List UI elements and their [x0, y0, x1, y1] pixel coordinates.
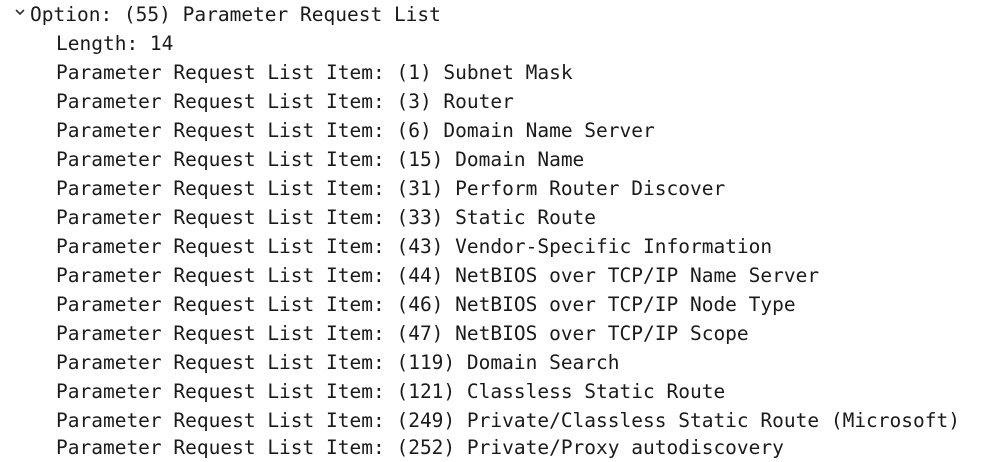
list-item-label: Parameter Request List Item: (44) NetBIO…: [56, 264, 820, 287]
list-item-label: Parameter Request List Item: (43) Vendor…: [56, 235, 773, 258]
list-item-label: Parameter Request List Item: (249) Priva…: [56, 409, 960, 432]
list-item-label: Parameter Request List Item: (3) Router: [56, 90, 514, 113]
list-item[interactable]: Parameter Request List Item: (15) Domain…: [56, 145, 584, 174]
list-item-label: Parameter Request List Item: (31) Perfor…: [56, 177, 726, 200]
list-item-label: Parameter Request List Item: (46) NetBIO…: [56, 293, 796, 316]
list-item[interactable]: Parameter Request List Item: (31) Perfor…: [56, 174, 725, 203]
list-item-label: Parameter Request List Item: (252) Priva…: [56, 436, 784, 459]
list-item[interactable]: Parameter Request List Item: (249) Priva…: [56, 406, 960, 435]
option-header-label: Option: (55) Parameter Request List: [30, 3, 441, 26]
list-item[interactable]: Parameter Request List Item: (46) NetBIO…: [56, 290, 796, 319]
length-row[interactable]: Length: 14: [56, 29, 173, 58]
chevron-down-icon[interactable]: [10, 0, 30, 29]
list-item[interactable]: Parameter Request List Item: (252) Priva…: [56, 433, 784, 462]
list-item-label: Parameter Request List Item: (47) NetBIO…: [56, 322, 749, 345]
packet-detail-tree: Option: (55) Parameter Request List Leng…: [0, 0, 987, 462]
list-item-label: Parameter Request List Item: (121) Class…: [56, 380, 726, 403]
list-item[interactable]: Parameter Request List Item: (1) Subnet …: [56, 58, 573, 87]
list-item[interactable]: Parameter Request List Item: (6) Domain …: [56, 116, 655, 145]
list-item[interactable]: Parameter Request List Item: (33) Static…: [56, 203, 596, 232]
list-item[interactable]: Parameter Request List Item: (119) Domai…: [56, 348, 620, 377]
list-item-label: Parameter Request List Item: (33) Static…: [56, 206, 597, 229]
list-item[interactable]: Parameter Request List Item: (43) Vendor…: [56, 232, 772, 261]
list-item-label: Parameter Request List Item: (1) Subnet …: [56, 61, 573, 84]
list-item[interactable]: Parameter Request List Item: (44) NetBIO…: [56, 261, 819, 290]
list-item-label: Parameter Request List Item: (15) Domain…: [56, 148, 585, 171]
length-label: Length: 14: [56, 32, 174, 55]
list-item[interactable]: Parameter Request List Item: (3) Router: [56, 87, 514, 116]
list-item[interactable]: Parameter Request List Item: (47) NetBIO…: [56, 319, 749, 348]
list-item-label: Parameter Request List Item: (6) Domain …: [56, 119, 655, 142]
option-55-header-row[interactable]: Option: (55) Parameter Request List: [10, 0, 441, 29]
list-item[interactable]: Parameter Request List Item: (121) Class…: [56, 377, 725, 406]
list-item-label: Parameter Request List Item: (119) Domai…: [56, 351, 620, 374]
